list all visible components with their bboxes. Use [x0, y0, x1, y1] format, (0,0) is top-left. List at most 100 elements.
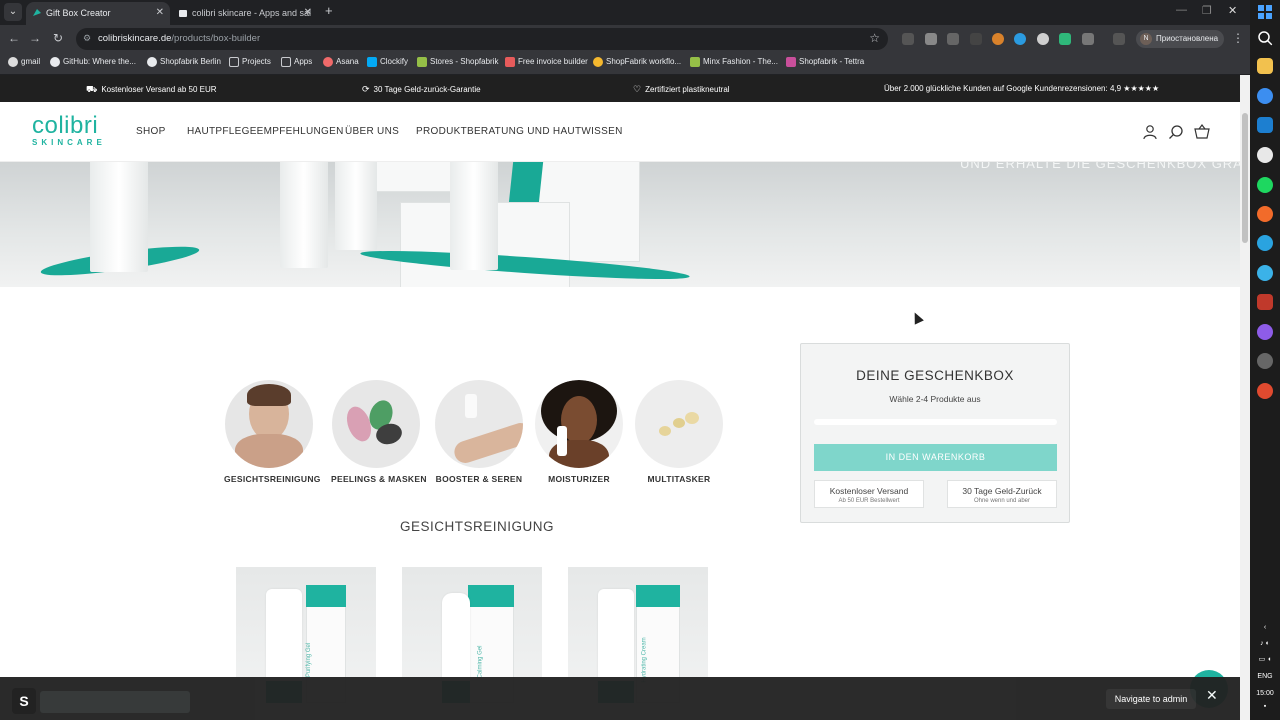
tab-title: colibri skincare - Apps and sal — [192, 8, 312, 18]
notification-icon[interactable]: ▪ — [1250, 703, 1280, 710]
minimize-icon[interactable]: — — [1176, 4, 1187, 16]
colibri-favicon-icon — [33, 9, 41, 16]
nav-ueber-uns[interactable]: ÜBER UNS — [345, 126, 399, 137]
nav-produktberatung[interactable]: PRODUKTBERATUNG UND HAUTWISSEN — [416, 126, 623, 137]
announce-plastic-neutral: ♡ Zertifiziert plastikneutral — [633, 84, 730, 94]
workflow-icon — [593, 57, 603, 67]
product-label: Hydrating Cream — [641, 637, 648, 683]
browser-menu-icon[interactable]: ⋮ — [1232, 31, 1244, 45]
bookmark-github[interactable]: GitHub: Where the... — [50, 57, 136, 67]
scrollbar-thumb[interactable] — [1242, 113, 1248, 243]
bookmark-gmail[interactable]: gmail — [8, 57, 40, 67]
metamask-extension-icon[interactable] — [992, 33, 1004, 45]
vue-extension-icon[interactable] — [1059, 33, 1071, 45]
compass-icon[interactable] — [1257, 206, 1273, 222]
chevron-up-icon[interactable]: ‹ — [1250, 624, 1280, 631]
asana-icon — [323, 57, 333, 67]
maximize-icon[interactable]: ❐ — [1202, 4, 1212, 17]
bookmark-shopfabrik-berlin[interactable]: Shopfabrik Berlin — [147, 57, 221, 67]
nav-shop[interactable]: SHOP — [136, 126, 166, 137]
bookmark-projects[interactable]: Projects — [229, 57, 271, 67]
url-input[interactable]: ⚙ colibriskincare.de/products/box-builde… — [76, 28, 888, 50]
tab-gift-box-creator[interactable]: Gift Box Creator ✕ — [26, 2, 170, 25]
close-icon[interactable]: ✕ — [156, 2, 164, 24]
google-icon — [8, 57, 18, 67]
search-icon[interactable] — [1257, 30, 1273, 46]
navigate-to-admin-button[interactable]: Navigate to admin — [1106, 689, 1196, 709]
screen: ⌄ Gift Box Creator ✕ colibri skincare - … — [0, 0, 1280, 720]
bookmark-asana[interactable]: Asana — [323, 57, 359, 67]
chrome-icon[interactable] — [1257, 88, 1273, 104]
sidebar-icon[interactable] — [1113, 33, 1125, 45]
bookmark-star-icon[interactable]: ☆ — [869, 31, 880, 45]
move-extension-icon[interactable] — [947, 33, 959, 45]
folder-icon — [229, 57, 239, 67]
tab-colibri-apps[interactable]: colibri skincare - Apps and sal ✕ — [172, 2, 318, 25]
back-icon[interactable]: ← — [6, 31, 22, 45]
section-title: GESICHTSREINIGUNG — [400, 519, 555, 534]
formula-extension-icon[interactable] — [970, 33, 982, 45]
camera-extension-icon[interactable] — [925, 33, 937, 45]
site-settings-icon[interactable]: ⚙ — [83, 33, 91, 44]
gift-box-subtitle: Wähle 2-4 Produkte aus — [889, 394, 981, 404]
category-multitasker[interactable]: MULTITASKER — [634, 380, 724, 484]
category-image — [535, 380, 623, 468]
hero-tube — [90, 162, 148, 272]
category-booster-seren[interactable]: BOOSTER & SEREN — [434, 380, 524, 484]
profile-button[interactable]: N Приостановлена — [1136, 30, 1224, 48]
bookmark-invoice[interactable]: Free invoice builder — [505, 57, 588, 67]
category-image — [435, 380, 523, 468]
puzzle-extensions-icon[interactable] — [1082, 33, 1094, 45]
clock[interactable]: 15:00 — [1250, 690, 1280, 697]
nav-hautpflege[interactable]: HAUTPFLEGEEMPFEHLUNGEN — [187, 126, 344, 137]
telegram-icon[interactable] — [1257, 235, 1273, 251]
purple-app-icon[interactable] — [1257, 324, 1273, 340]
mic-icon[interactable]: ♪ ◐ — [1250, 640, 1280, 647]
category-moisturizer[interactable]: MOISTURIZER — [534, 380, 624, 484]
url-path: /products/box-builder — [171, 33, 261, 44]
hero-tagline: UND ERHALTE DIE GESCHENKBOX GRATIS — [960, 162, 1240, 171]
windows-start-icon[interactable] — [1257, 4, 1273, 20]
privacy-extension-icon[interactable] — [1037, 33, 1049, 45]
site-header: colibri SKINCARE SHOP HAUTPFLEGEEMPFEHLU… — [0, 102, 1240, 162]
vscode-icon[interactable] — [1257, 117, 1273, 133]
announce-reviews: Über 2.000 glückliche Kunden auf Google … — [884, 84, 1160, 93]
category-image — [332, 380, 420, 468]
network-icon[interactable]: ▭ ◖ — [1250, 655, 1280, 663]
reload-icon[interactable]: ↻ — [50, 31, 66, 45]
spotify-icon[interactable] — [1257, 177, 1273, 193]
perk-free-shipping: Kostenloser Versand Ab 50 EUR Bestellwer… — [814, 480, 924, 508]
category-peelings-masken[interactable]: PEELINGS & MASKEN — [331, 380, 426, 484]
refresh-extension-icon[interactable] — [1014, 33, 1026, 45]
extension-icon[interactable] — [902, 33, 914, 45]
settings-icon[interactable] — [1257, 353, 1273, 369]
bookmark-workflow[interactable]: ShopFabrik workflo... — [593, 57, 681, 67]
search-icon[interactable] — [1168, 124, 1184, 140]
add-to-cart-button[interactable]: IN DEN WARENKORB — [814, 444, 1057, 471]
chrome-dev-icon[interactable] — [1257, 383, 1273, 399]
bookmark-tettra[interactable]: Shopfabrik - Tettra — [786, 57, 864, 67]
account-icon[interactable] — [1142, 124, 1158, 140]
tab-search-icon[interactable]: ⌄ — [4, 3, 22, 21]
category-gesichtsreinigung[interactable]: GESICHTSREINIGUNG — [224, 380, 320, 484]
close-icon[interactable]: ✕ — [1206, 687, 1218, 704]
new-tab-icon[interactable]: + — [325, 3, 333, 18]
slack-icon[interactable] — [1257, 147, 1273, 163]
category-image — [225, 380, 313, 468]
page-scrollbar[interactable] — [1240, 75, 1250, 720]
shopify-preview-bar: S Navigate to admin ✕ — [0, 677, 1240, 720]
file-explorer-icon[interactable] — [1257, 58, 1273, 74]
bookmark-stores-shopfabrik[interactable]: Stores - Shopfabrik — [417, 57, 498, 67]
close-window-icon[interactable]: ✕ — [1228, 4, 1237, 17]
bookmark-clockify[interactable]: Clockify — [367, 57, 408, 67]
forward-icon[interactable]: → — [27, 31, 43, 45]
cloud-app-icon[interactable] — [1257, 265, 1273, 281]
bookmark-minx[interactable]: Minx Fashion - The... — [690, 57, 778, 67]
colibri-logo[interactable]: colibri SKINCARE — [32, 114, 106, 148]
bookmark-apps[interactable]: Apps — [281, 57, 312, 67]
close-icon[interactable]: ✕ — [304, 2, 312, 24]
red-app-icon[interactable] — [1257, 294, 1273, 310]
language-indicator[interactable]: ENG — [1250, 673, 1280, 680]
cart-icon[interactable] — [1194, 124, 1210, 140]
announce-guarantee: ⟳ 30 Tage Geld-zurück-Garantie — [362, 84, 481, 94]
